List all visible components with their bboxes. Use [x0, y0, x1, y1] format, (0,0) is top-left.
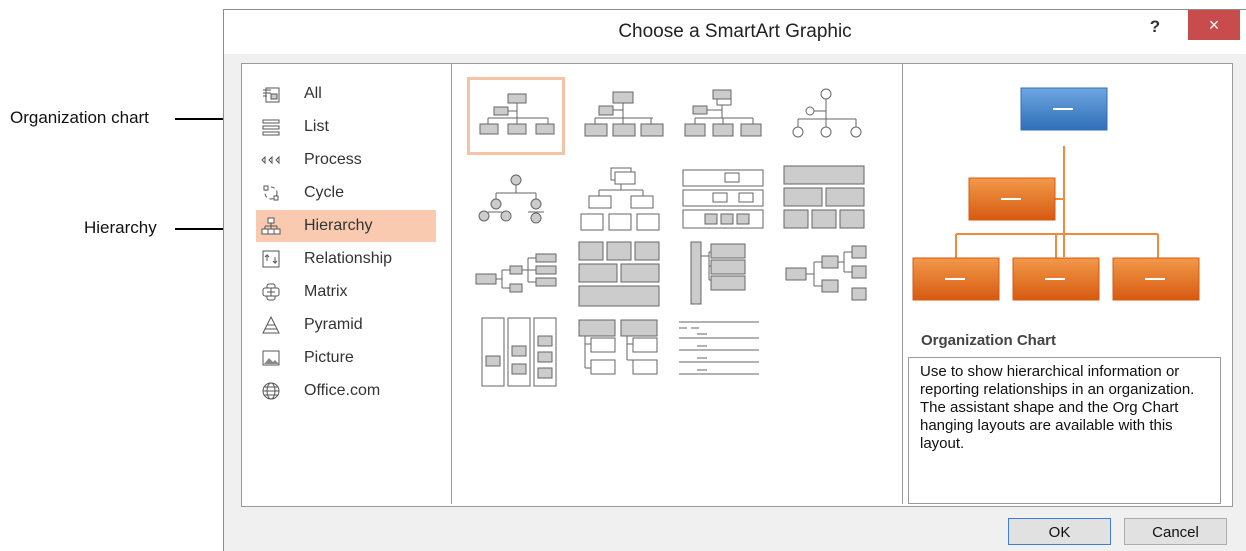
preview-title: Organization Chart: [921, 332, 1057, 349]
category-relationship[interactable]: Relationship: [256, 243, 436, 275]
callout-hierarchy: Hierarchy: [84, 218, 157, 237]
preview-pane: Organization Chart Use to show hierarchi…: [903, 64, 1232, 504]
title-bar: Choose a SmartArt Graphic ? ×: [224, 10, 1246, 54]
preview-description: Use to show hierarchical information or …: [908, 357, 1221, 504]
ok-button[interactable]: OK: [1008, 518, 1111, 545]
category-label: Hierarchy: [304, 217, 373, 234]
category-all[interactable]: All: [256, 78, 436, 110]
cancel-button[interactable]: Cancel: [1124, 518, 1227, 545]
category-process[interactable]: Process: [256, 144, 436, 176]
layout-half-circle-org-chart[interactable]: [677, 80, 769, 152]
category-label: Relationship: [304, 250, 393, 267]
layout-hierarchy-list[interactable]: [575, 240, 667, 312]
category-label: List: [304, 118, 329, 135]
category-label: Cycle: [304, 184, 345, 201]
category-label: Picture: [304, 349, 354, 366]
dialog-title: Choose a SmartArt Graphic: [618, 21, 852, 42]
category-label: Process: [304, 151, 362, 168]
category-label: All: [304, 85, 322, 102]
category-list: All List Process Cycle Hierarchy Relatio…: [242, 64, 452, 504]
org-chart-preview: [911, 84, 1223, 324]
help-button[interactable]: ?: [1144, 17, 1166, 41]
picture-icon: [260, 347, 282, 369]
layout-gallery: [452, 64, 903, 504]
layout-name-and-title-org-chart[interactable]: [575, 80, 667, 152]
layout-picture-org-chart[interactable]: [780, 240, 872, 312]
all-icon: [260, 83, 282, 105]
layout-labeled-hierarchy[interactable]: [470, 164, 562, 236]
layout-organization-chart[interactable]: [467, 77, 565, 155]
callout-organization-chart: Organization chart: [10, 108, 149, 127]
category-pyramid[interactable]: Pyramid: [256, 309, 436, 341]
pyramid-icon: [260, 314, 282, 336]
relationship-icon: [260, 248, 282, 270]
layout-circle-picture-hierarchy[interactable]: [780, 80, 872, 152]
category-list-item[interactable]: List: [256, 111, 436, 143]
layout-lined-list[interactable]: [677, 240, 769, 312]
dialog-body: All List Process Cycle Hierarchy Relatio…: [241, 63, 1233, 507]
layout-table-hierarchy[interactable]: [575, 164, 667, 236]
layout-hierarchy-with-rows[interactable]: [575, 316, 667, 388]
layout-architecture-layout[interactable]: [677, 164, 769, 236]
smartart-dialog: Choose a SmartArt Graphic ? × All List P…: [223, 9, 1246, 551]
globe-icon: [260, 380, 282, 402]
category-label: Matrix: [304, 283, 348, 300]
layout-hierarchy-with-columns[interactable]: [470, 316, 562, 388]
matrix-icon: [260, 281, 282, 303]
category-office-com[interactable]: Office.com: [256, 375, 436, 407]
category-hierarchy[interactable]: Hierarchy: [256, 210, 436, 242]
category-matrix[interactable]: Matrix: [256, 276, 436, 308]
category-label: Office.com: [304, 382, 381, 399]
category-label: Pyramid: [304, 316, 363, 333]
category-picture[interactable]: Picture: [256, 342, 436, 374]
close-button[interactable]: ×: [1188, 10, 1240, 40]
cycle-icon: [260, 182, 282, 204]
list-icon: [260, 116, 282, 138]
hierarchy-icon: [260, 215, 282, 237]
layout-horizontal-stacked-hierarchy[interactable]: [780, 164, 872, 236]
layout-horizontal-hierarchy[interactable]: [470, 240, 562, 312]
process-icon: [260, 149, 282, 171]
category-cycle[interactable]: Cycle: [256, 177, 436, 209]
layout-lined-hierarchy[interactable]: [677, 316, 769, 388]
